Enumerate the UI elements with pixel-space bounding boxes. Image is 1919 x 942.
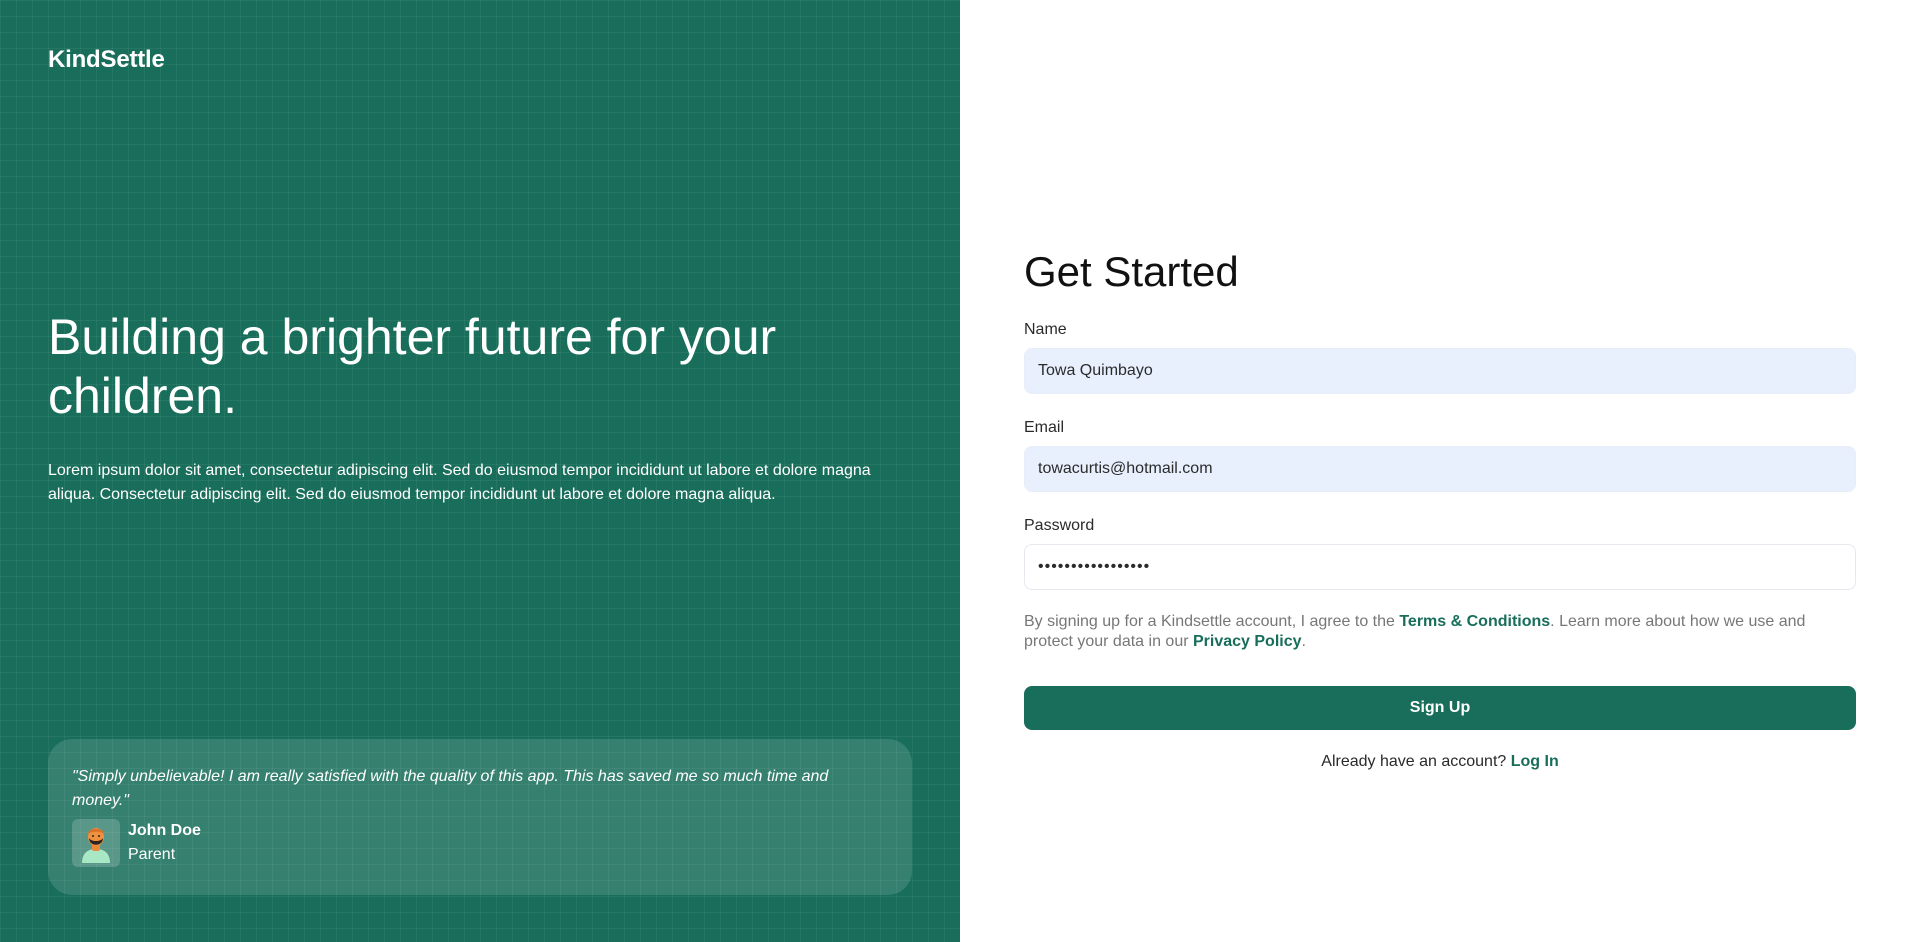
terms-link[interactable]: Terms & Conditions: [1399, 613, 1550, 630]
person-avatar-icon: [72, 819, 120, 867]
testimonial-author: John Doe Parent: [72, 819, 888, 867]
legal-prefix: By signing up for a Kindsettle account, …: [1024, 613, 1400, 630]
signup-page: KindSettle Building a brighter future fo…: [0, 0, 1919, 942]
login-prompt-text: Already have an account?: [1321, 753, 1511, 770]
name-field[interactable]: [1024, 348, 1856, 394]
login-prompt: Already have an account? Log In: [1024, 752, 1856, 772]
brand-logo[interactable]: KindSettle: [48, 46, 165, 74]
marketing-panel: KindSettle Building a brighter future fo…: [0, 0, 960, 942]
password-label: Password: [1024, 517, 1095, 534]
hero-title: Building a brighter future for your chil…: [48, 309, 777, 424]
privacy-link[interactable]: Privacy Policy: [1193, 633, 1302, 650]
author-role: Parent: [128, 846, 176, 863]
legal-suffix: .: [1301, 633, 1306, 650]
testimonial-card: "Simply unbelievable! I am really satisf…: [48, 739, 912, 895]
form-title: Get Started: [1024, 248, 1239, 295]
password-field[interactable]: [1024, 544, 1856, 590]
name-label: Name: [1024, 321, 1067, 338]
avatar-illustration: [82, 828, 110, 863]
signup-button[interactable]: Sign Up: [1024, 686, 1856, 730]
hero-description: Lorem ipsum dolor sit amet, consectetur …: [48, 462, 871, 503]
signup-form: Get Started Name Email Password By signi…: [1024, 246, 1856, 772]
author-name: John Doe: [128, 822, 201, 839]
author-info: John Doe Parent: [128, 819, 201, 867]
legal-notice: By signing up for a Kindsettle account, …: [1024, 612, 1856, 652]
login-link[interactable]: Log In: [1511, 753, 1559, 770]
email-field[interactable]: [1024, 446, 1856, 492]
form-panel: Get Started Name Email Password By signi…: [960, 0, 1919, 942]
testimonial-quote: "Simply unbelievable! I am really satisf…: [72, 768, 829, 809]
email-label: Email: [1024, 419, 1065, 436]
